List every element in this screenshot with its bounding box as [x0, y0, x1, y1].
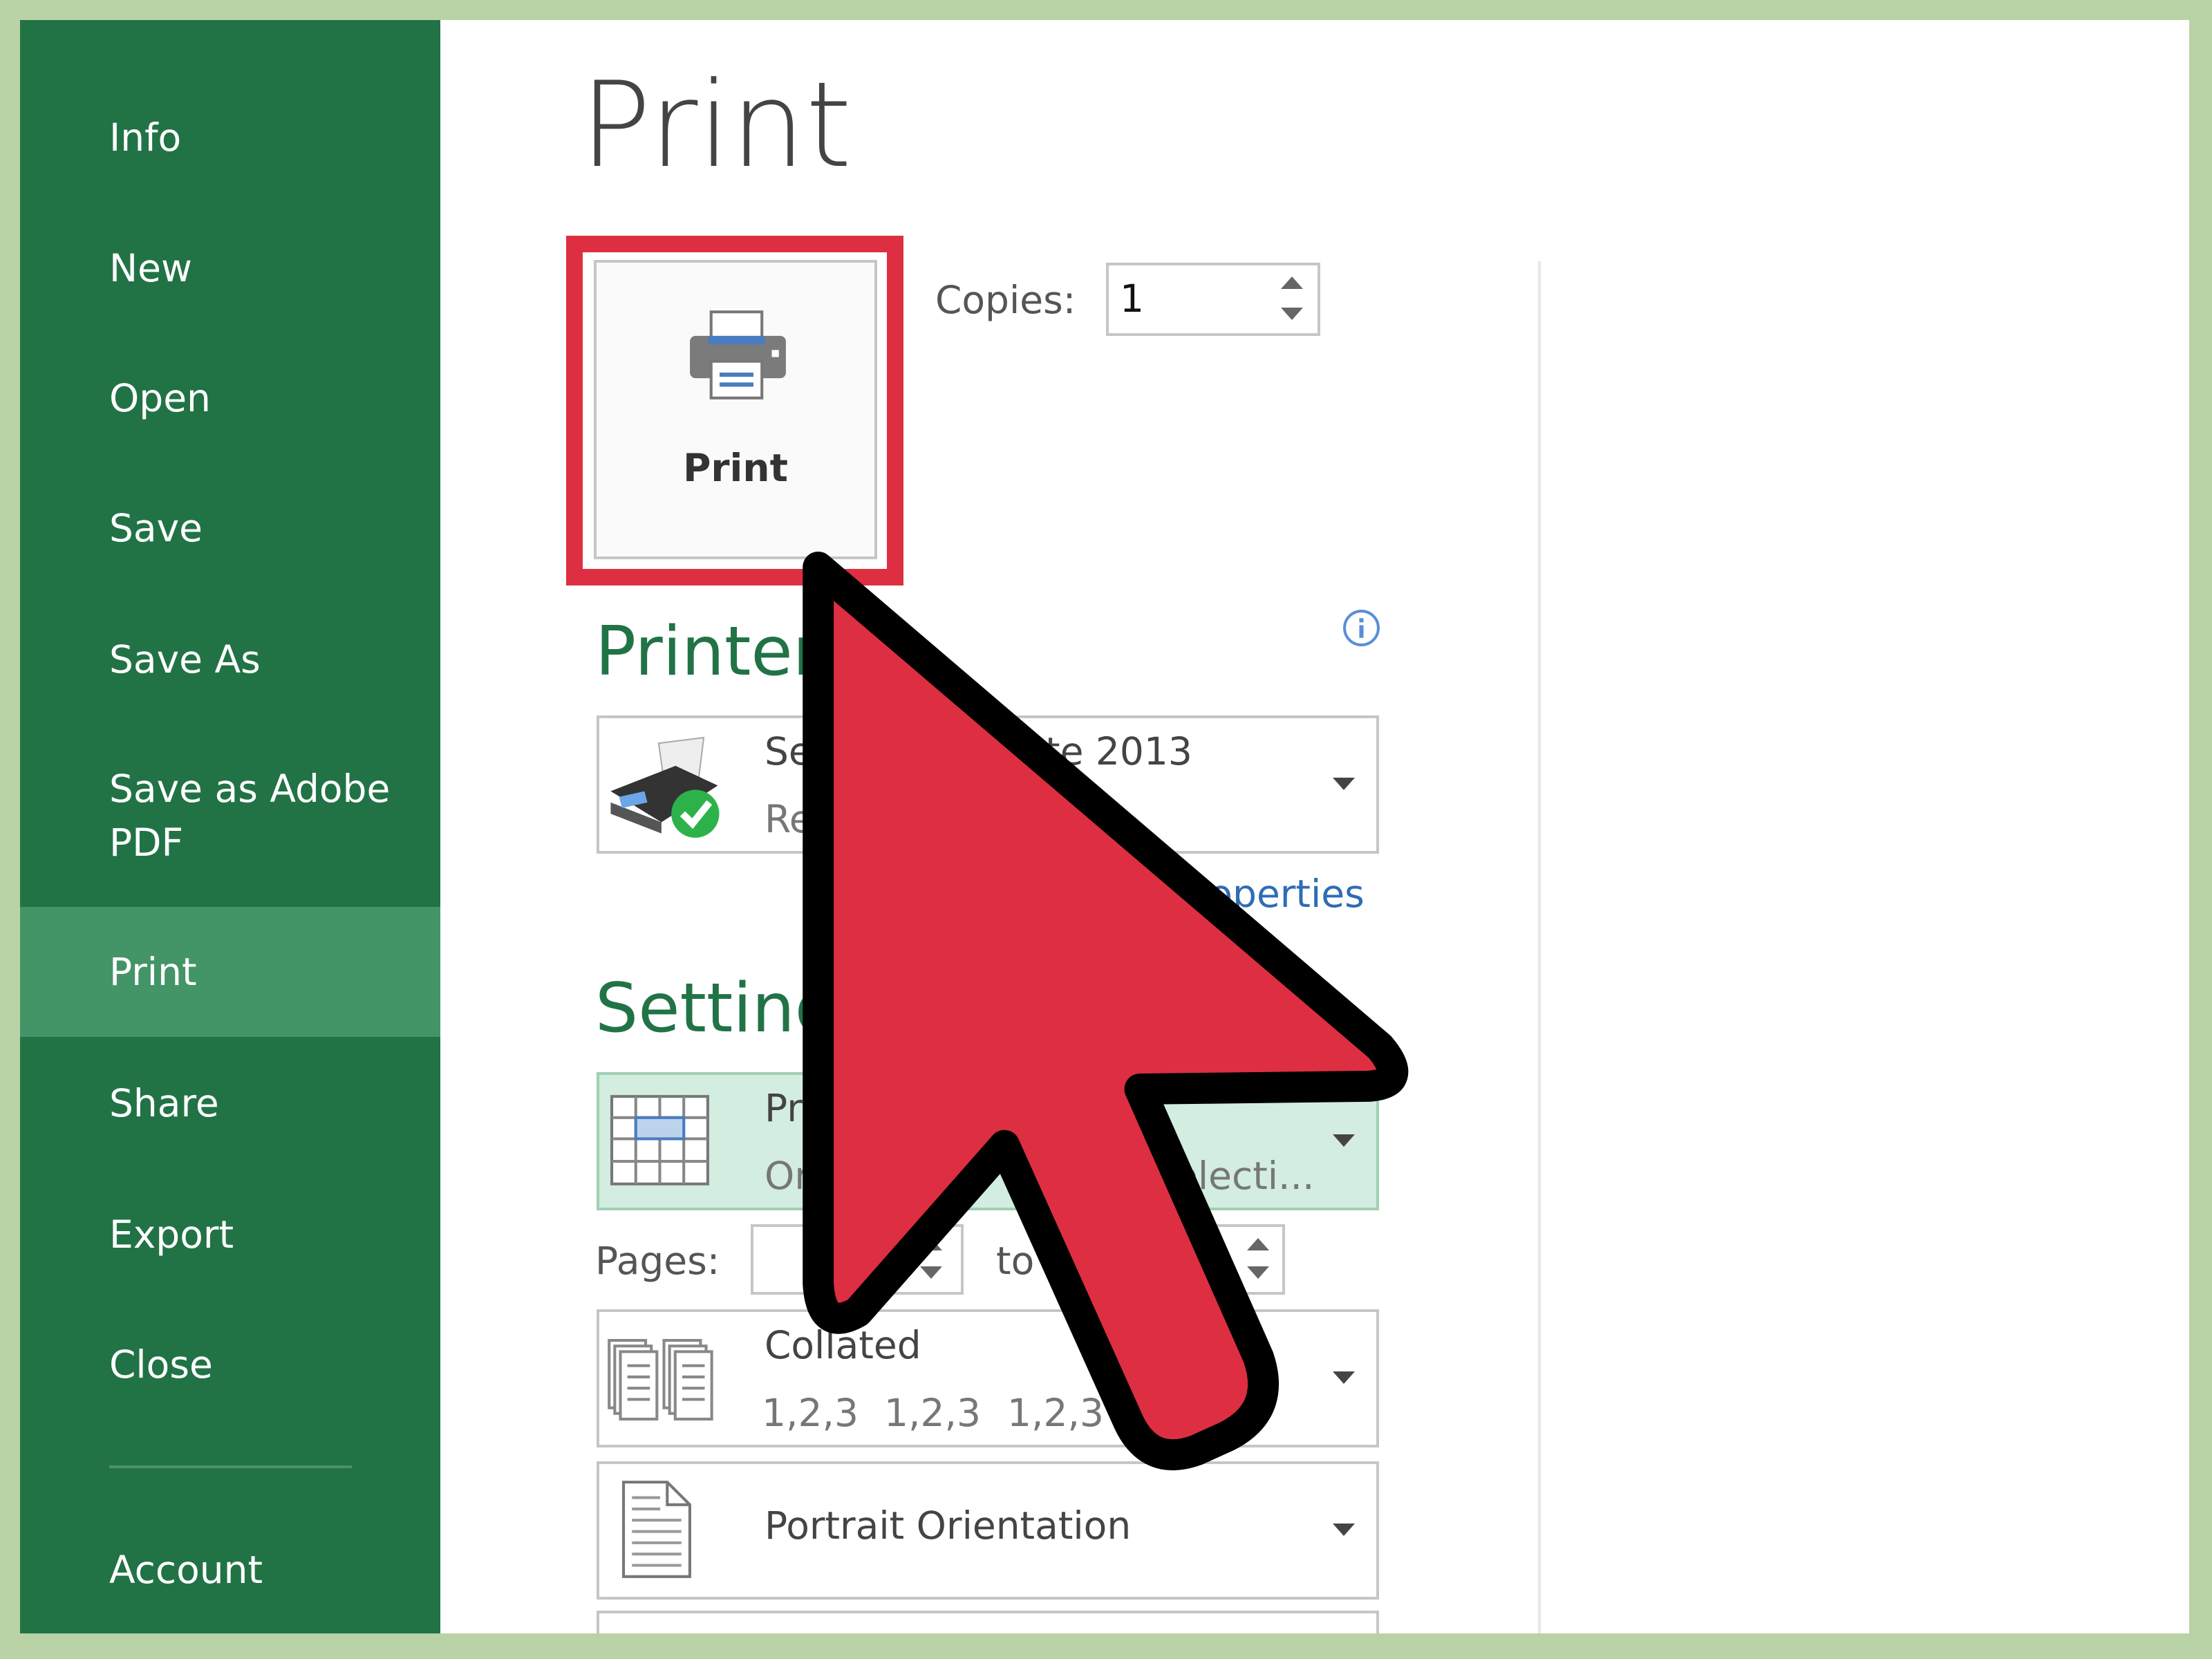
cursor-arrow-icon: [803, 551, 1409, 1471]
